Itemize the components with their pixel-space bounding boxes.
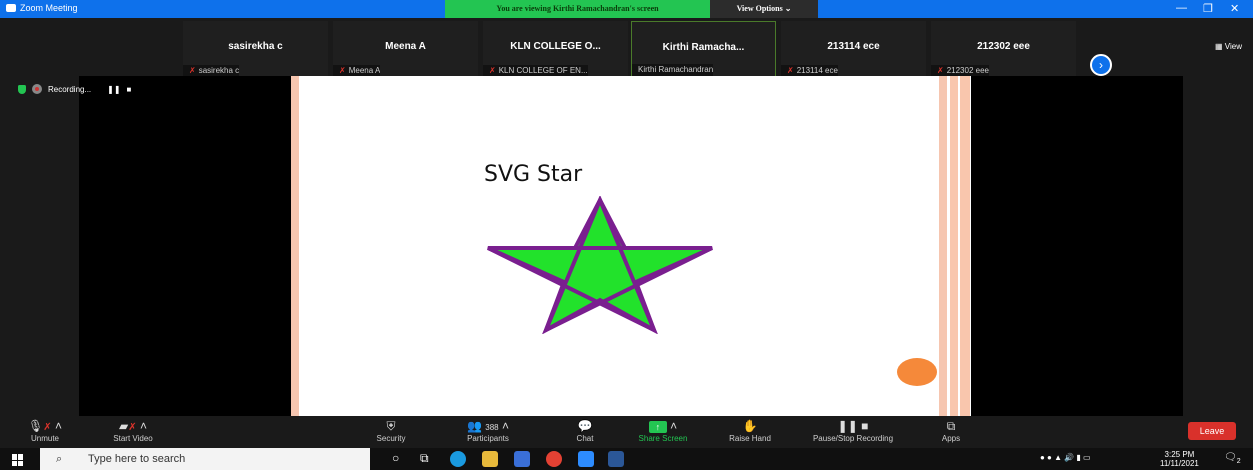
participant-name: sasirekha c	[228, 41, 283, 52]
participants-count: 388	[485, 423, 499, 432]
participant-name: KLN COLLEGE O...	[510, 41, 601, 52]
mic-muted-icon: ✗	[339, 66, 346, 75]
stop-recording-icon[interactable]: ■	[127, 85, 132, 94]
participant-name: 212302 eee	[977, 41, 1030, 52]
video-off-icon: ▰✗ ˄	[119, 419, 147, 433]
viewing-banner: You are viewing Kirthi Ramachandran's sc…	[445, 0, 710, 18]
mic-muted-icon: ✗	[937, 66, 944, 75]
view-mode-button[interactable]: ▦ View	[1215, 42, 1242, 51]
chrome-icon[interactable]	[546, 451, 562, 467]
security-button[interactable]: ⛨ Security	[368, 418, 414, 443]
participant-tile[interactable]: 213114 ece ✗ 213114 ece	[781, 21, 926, 77]
windows-taskbar: ⌕ Type here to search ○ ⧉ ● ● ▲ 🔊 ▮ ▭ 3:…	[0, 448, 1253, 470]
participant-tile[interactable]: 212302 eee ✗ 212302 eee	[931, 21, 1076, 77]
task-view-icon[interactable]: ⧉	[420, 451, 436, 467]
title-bar: Zoom Meeting You are viewing Kirthi Rama…	[0, 0, 1253, 18]
restore-button[interactable]: ❐	[1203, 2, 1213, 15]
participant-label: Kirthi Ramachandran	[632, 64, 714, 76]
shield-icon: ⛨	[386, 419, 396, 433]
participant-name: 213114 ece	[827, 41, 880, 52]
chat-button[interactable]: 💬 Chat	[565, 418, 605, 443]
slide-border	[950, 76, 970, 416]
file-explorer-icon[interactable]	[482, 451, 498, 467]
mic-muted-icon: ✗	[787, 66, 794, 75]
window-title: Zoom Meeting	[20, 3, 78, 13]
slide-border	[939, 76, 947, 416]
search-icon: ⌕	[56, 453, 63, 465]
share-screen-icon: ↑ ˄	[628, 418, 698, 434]
edge-icon[interactable]	[450, 451, 466, 467]
pause-stop-icon: ❚❚ ■	[837, 419, 869, 433]
slide-title: SVG Star	[484, 162, 583, 187]
participant-name: Kirthi Ramacha...	[662, 42, 745, 53]
zoom-window: Zoom Meeting You are viewing Kirthi Rama…	[0, 0, 1253, 470]
next-participants-button[interactable]: ›	[1090, 54, 1112, 76]
participant-strip: sasirekha c ✗ sasirekha c Meena A ✗ Meena …	[0, 18, 1253, 77]
participants-button[interactable]: 👥 388 ˄ Participants	[455, 418, 521, 443]
apps-button[interactable]: ⧉ Apps	[935, 418, 967, 443]
mic-muted-icon: ✗	[189, 66, 196, 75]
participants-icon: 👥 388 ˄	[467, 419, 509, 433]
close-button[interactable]: ✕	[1230, 2, 1239, 15]
pause-recording-icon[interactable]: ❚❚	[107, 85, 120, 94]
taskbar-search-input[interactable]: ⌕ Type here to search	[40, 448, 370, 470]
taskbar-clock[interactable]: 3:25 PM 11/11/2021	[1160, 450, 1199, 468]
notifications-icon[interactable]: 🗨2	[1224, 452, 1241, 465]
star-icon	[487, 196, 713, 334]
participant-tile[interactable]: sasirekha c ✗ sasirekha c	[183, 21, 328, 77]
app-title: Zoom Meeting	[6, 3, 78, 13]
mic-muted-icon: ✗	[489, 66, 496, 75]
shield-icon	[18, 84, 26, 94]
share-screen-button[interactable]: ↑ ˄ Share Screen	[628, 418, 698, 443]
zoom-app-icon[interactable]	[578, 451, 594, 467]
cortana-icon[interactable]: ○	[392, 451, 408, 467]
minimize-button[interactable]: —	[1176, 2, 1187, 14]
meeting-toolbar: 🎙✗ ˄ Unmute ▰✗ ˄ Start Video ⛨ Security …	[0, 416, 1253, 448]
start-video-button[interactable]: ▰✗ ˄ Start Video	[100, 418, 166, 443]
slide-border	[291, 76, 299, 416]
participant-tile[interactable]: Meena A ✗ Meena A	[333, 21, 478, 77]
pause-stop-recording-button[interactable]: ❚❚ ■ Pause/Stop Recording	[796, 418, 910, 443]
raise-hand-button[interactable]: ✋ Raise Hand	[718, 418, 782, 443]
view-options-button[interactable]: View Options ⌄	[710, 0, 818, 18]
store-icon[interactable]	[514, 451, 530, 467]
recording-icon	[32, 84, 42, 94]
word-icon[interactable]	[608, 451, 624, 467]
chat-icon: 💬	[577, 419, 593, 433]
orange-dot	[897, 358, 937, 386]
apps-icon: ⧉	[946, 419, 956, 433]
tray-icons[interactable]: ● ● ▲ 🔊 ▮ ▭	[1040, 453, 1091, 462]
recording-indicator: Recording... ❚❚ ■	[18, 81, 131, 97]
hand-icon: ✋	[742, 419, 758, 433]
leave-button[interactable]: Leave	[1188, 422, 1236, 440]
recording-label: Recording...	[48, 84, 92, 94]
zoom-logo-icon	[6, 4, 16, 12]
unmute-button[interactable]: 🎙✗ ˄ Unmute	[22, 418, 68, 443]
windows-start-icon[interactable]	[12, 454, 24, 466]
participant-name: Meena A	[385, 41, 426, 52]
mic-off-icon: 🎙✗ ˄	[28, 419, 62, 433]
participant-tile[interactable]: KLN COLLEGE O... ✗ KLN COLLEGE OF EN...	[483, 21, 628, 77]
participant-tile-active-speaker[interactable]: Kirthi Ramacha... Kirthi Ramachandran	[631, 21, 776, 77]
